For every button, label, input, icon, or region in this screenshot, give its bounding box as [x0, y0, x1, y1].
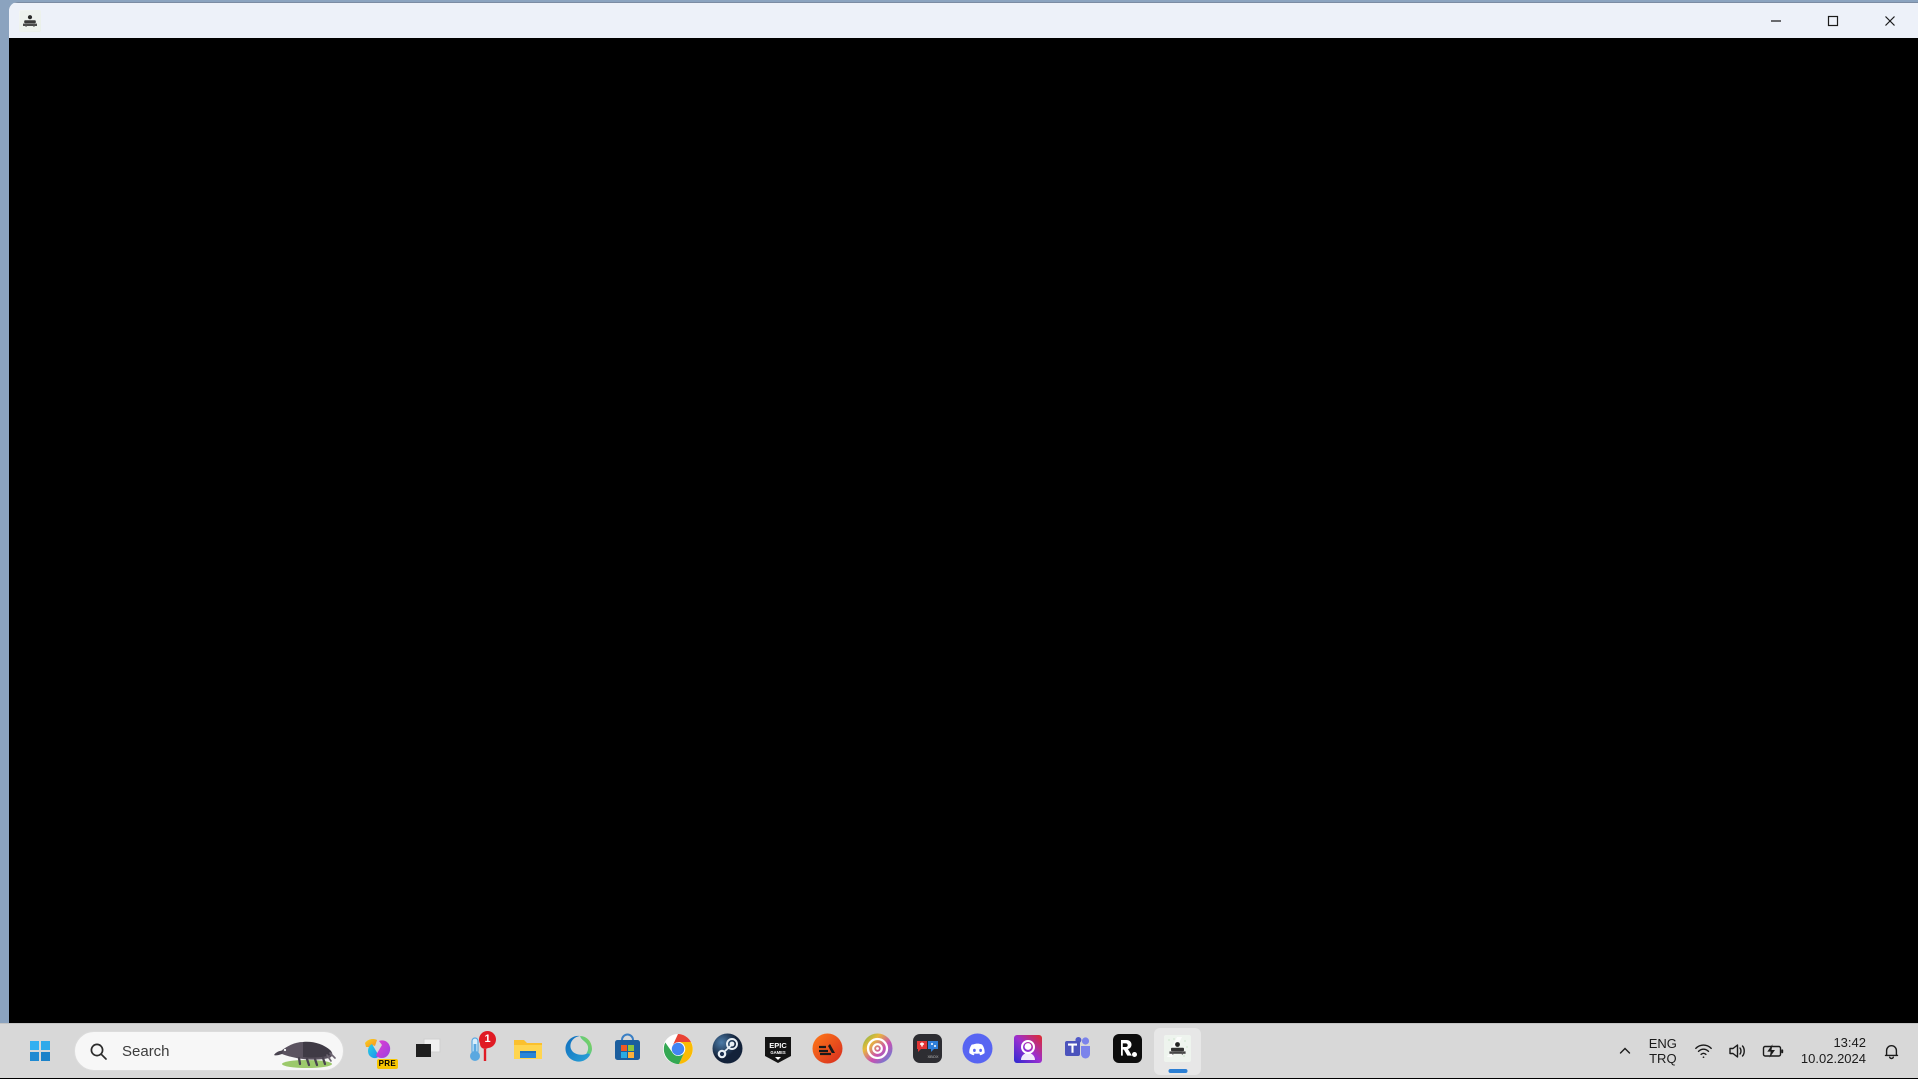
window-controls [1747, 3, 1918, 39]
copilot-preview-badge: PRE [376, 1058, 398, 1069]
taskbar-item-ubisoft-connect[interactable] [854, 1028, 901, 1075]
taskbar-item-weather[interactable]: 1 [454, 1028, 501, 1075]
ubisoft-icon [862, 1033, 893, 1069]
clock-and-date[interactable]: 13:42 10.02.2024 [1792, 1030, 1875, 1072]
battery-charging-icon[interactable] [1754, 1030, 1792, 1072]
minimize-button[interactable] [1747, 3, 1804, 39]
epic-games-icon: EPIC GAMES [763, 1034, 793, 1069]
svg-text:XBOX: XBOX [927, 1054, 938, 1059]
taskbar-item-rockstar-games[interactable] [1104, 1028, 1151, 1075]
task-view-icon [413, 1034, 443, 1069]
weather-notification-badge: 1 [479, 1030, 496, 1048]
taskbar-item-active-app[interactable] [1154, 1027, 1201, 1075]
notifications-bell-icon[interactable] [1875, 1030, 1908, 1072]
window-frame [9, 2, 1918, 1023]
language-secondary: TRQ [1649, 1051, 1677, 1066]
taskbar-item-ea-app[interactable] [804, 1028, 851, 1075]
network-wifi-icon[interactable] [1687, 1030, 1720, 1072]
taskbar-item-steam[interactable] [704, 1028, 751, 1075]
svg-text:GAMES: GAMES [770, 1050, 786, 1055]
clock-date: 10.02.2024 [1800, 1051, 1866, 1066]
taskbar-app-list: PRE 1 EPIC GAMES XBOX [354, 1027, 1201, 1075]
windows-logo-icon [29, 1040, 51, 1062]
store-icon [612, 1033, 643, 1069]
show-hidden-icons-button[interactable] [1611, 1030, 1639, 1072]
teams-icon [1062, 1033, 1093, 1069]
taskbar-item-copilot[interactable]: PRE [354, 1028, 401, 1075]
taskbar: Search PRE 1 EPIC GAMES XBOX ENG TRQ 13:… [0, 1023, 1918, 1078]
folder-icon [512, 1033, 544, 1070]
taskbar-item-microsoft-store[interactable] [604, 1028, 651, 1075]
person-portrait-icon [1013, 1034, 1043, 1069]
edge-icon [562, 1033, 594, 1070]
taskbar-item-xbox-game-bar[interactable]: XBOX [904, 1028, 951, 1075]
language-indicator[interactable]: ENG TRQ [1639, 1030, 1687, 1072]
system-tray: ENG TRQ 13:42 10.02.2024 [1611, 1024, 1908, 1079]
taskbar-item-discord[interactable] [954, 1028, 1001, 1075]
maximize-button[interactable] [1804, 3, 1861, 39]
taskbar-item-media-app[interactable] [1004, 1028, 1051, 1075]
taskbar-item-microsoft-edge[interactable] [554, 1028, 601, 1075]
app-icon [19, 9, 41, 32]
anteater-icon [273, 1034, 337, 1068]
search-input[interactable]: Search [74, 1031, 344, 1071]
taskbar-item-epic-games[interactable]: EPIC GAMES [754, 1028, 801, 1075]
discord-icon [962, 1033, 993, 1069]
search-icon [89, 1042, 108, 1061]
clock-time: 13:42 [1833, 1035, 1866, 1050]
svg-text:EPIC: EPIC [769, 1041, 787, 1050]
app-icon [1164, 1035, 1191, 1067]
ea-icon [812, 1033, 843, 1069]
taskbar-item-google-chrome[interactable] [654, 1028, 701, 1075]
close-button[interactable] [1861, 3, 1918, 39]
language-primary: ENG [1648, 1036, 1677, 1051]
search-placeholder: Search [122, 1042, 170, 1060]
rockstar-icon [1112, 1033, 1143, 1069]
title-bar[interactable] [9, 2, 1918, 38]
start-button[interactable] [18, 1029, 62, 1073]
taskbar-item-file-explorer[interactable] [504, 1028, 551, 1075]
taskbar-item-task-view[interactable] [404, 1028, 451, 1075]
window-content-area[interactable] [9, 38, 1918, 1023]
application-window [0, 0, 1918, 1023]
game-bar-icon: XBOX [912, 1033, 943, 1069]
steam-icon [712, 1033, 743, 1069]
chrome-icon [662, 1033, 694, 1070]
taskbar-item-microsoft-teams[interactable] [1054, 1028, 1101, 1075]
volume-icon[interactable] [1720, 1030, 1754, 1072]
